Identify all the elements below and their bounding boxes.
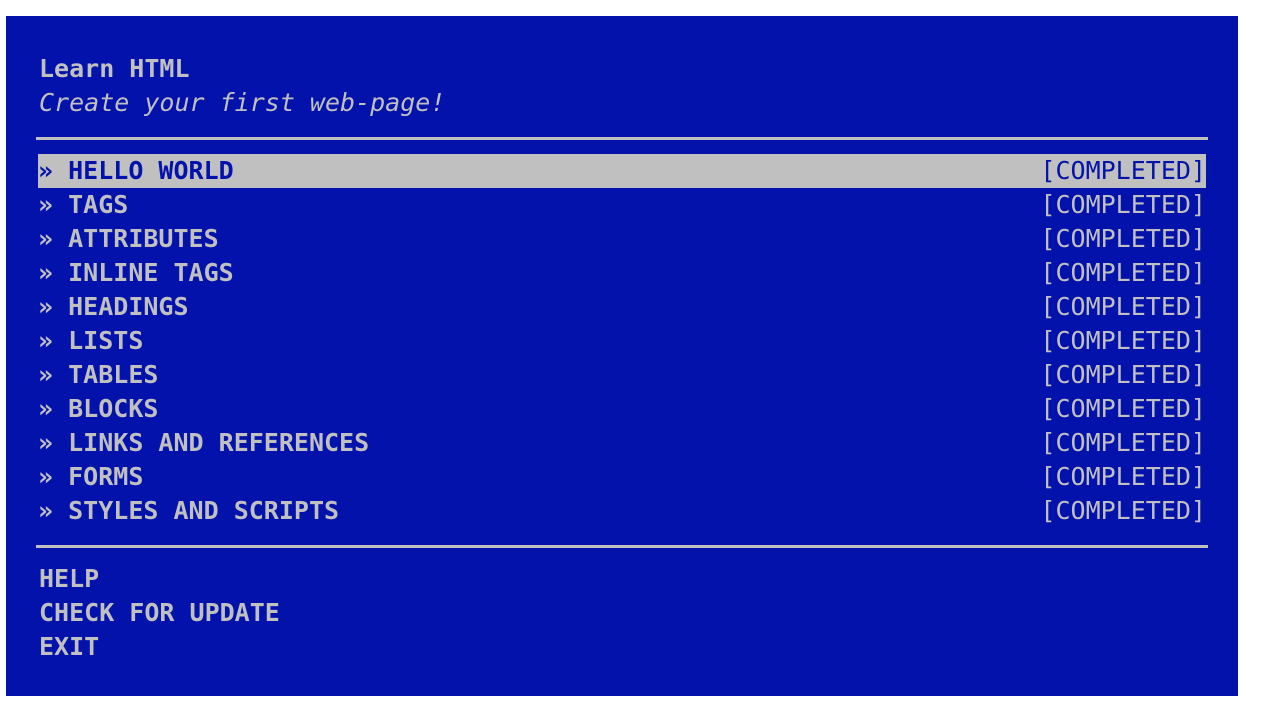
lesson-item[interactable]: » TABLES [COMPLETED]: [38, 358, 1206, 392]
lesson-title: » LISTS: [38, 324, 143, 358]
chevron-right-icon: »: [38, 224, 54, 253]
chevron-right-icon: »: [38, 394, 54, 423]
bottom-divider: [36, 545, 1208, 548]
lesson-title: » BLOCKS: [38, 392, 158, 426]
chevron-right-icon: »: [38, 190, 54, 219]
chevron-right-icon: »: [38, 156, 54, 185]
lesson-title: » HEADINGS: [38, 290, 189, 324]
lesson-status: [COMPLETED]: [1040, 360, 1206, 389]
lesson-title: » ATTRIBUTES: [38, 222, 219, 256]
lesson-status: [COMPLETED]: [1040, 156, 1206, 185]
lesson-status: [COMPLETED]: [1040, 224, 1206, 253]
terminal-window: Learn HTML Create your first web-page! »…: [6, 16, 1238, 696]
chevron-right-icon: »: [38, 360, 54, 389]
lesson-label: BLOCKS: [68, 394, 159, 423]
menu-item-check-for-update[interactable]: CHECK FOR UPDATE: [39, 596, 280, 630]
lesson-item[interactable]: » LINKS AND REFERENCES [COMPLETED]: [38, 426, 1206, 460]
lesson-label: HELLO WORLD: [68, 156, 234, 185]
app-header: Learn HTML Create your first web-page!: [39, 52, 445, 120]
lesson-status: [COMPLETED]: [1040, 462, 1206, 491]
lesson-label: TABLES: [68, 360, 159, 389]
menu-item-help[interactable]: HELP: [39, 562, 280, 596]
top-divider: [36, 137, 1208, 140]
lesson-title: » STYLES AND SCRIPTS: [38, 494, 339, 528]
lesson-item[interactable]: » TAGS [COMPLETED]: [38, 188, 1206, 222]
lesson-title: » TAGS: [38, 188, 128, 222]
lesson-status: [COMPLETED]: [1040, 326, 1206, 355]
lesson-item[interactable]: » HELLO WORLD [COMPLETED]: [38, 154, 1206, 188]
lesson-label: HEADINGS: [68, 292, 189, 321]
chevron-right-icon: »: [38, 326, 54, 355]
lesson-label: LISTS: [68, 326, 144, 355]
chevron-right-icon: »: [38, 462, 54, 491]
lesson-status: [COMPLETED]: [1040, 496, 1206, 525]
lesson-title: » TABLES: [38, 358, 158, 392]
app-subtitle: Create your first web-page!: [39, 88, 446, 117]
lesson-label: FORMS: [68, 462, 144, 491]
chevron-right-icon: »: [38, 428, 54, 457]
lesson-item[interactable]: » BLOCKS [COMPLETED]: [38, 392, 1206, 426]
app-title: Learn HTML: [39, 54, 190, 83]
footer-menu: HELP CHECK FOR UPDATE EXIT: [39, 562, 280, 664]
lesson-title: » LINKS AND REFERENCES: [38, 426, 369, 460]
lesson-title: » HELLO WORLD: [38, 154, 234, 188]
lesson-label: INLINE TAGS: [68, 258, 234, 287]
lesson-status: [COMPLETED]: [1040, 428, 1206, 457]
lesson-list: » HELLO WORLD [COMPLETED] » TAGS [COMPLETED…: [38, 154, 1206, 528]
lesson-item[interactable]: » FORMS [COMPLETED]: [38, 460, 1206, 494]
lesson-label: TAGS: [68, 190, 129, 219]
lesson-status: [COMPLETED]: [1040, 292, 1206, 321]
lesson-item[interactable]: » HEADINGS [COMPLETED]: [38, 290, 1206, 324]
lesson-status: [COMPLETED]: [1040, 394, 1206, 423]
lesson-item[interactable]: » LISTS [COMPLETED]: [38, 324, 1206, 358]
lesson-item[interactable]: » INLINE TAGS [COMPLETED]: [38, 256, 1206, 290]
lesson-label: ATTRIBUTES: [68, 224, 219, 253]
chevron-right-icon: »: [38, 258, 54, 287]
lesson-item[interactable]: » ATTRIBUTES [COMPLETED]: [38, 222, 1206, 256]
menu-item-exit[interactable]: EXIT: [39, 630, 280, 664]
lesson-title: » INLINE TAGS: [38, 256, 234, 290]
lesson-label: LINKS AND REFERENCES: [68, 428, 370, 457]
chevron-right-icon: »: [38, 496, 54, 525]
lesson-item[interactable]: » STYLES AND SCRIPTS [COMPLETED]: [38, 494, 1206, 528]
chevron-right-icon: »: [38, 292, 54, 321]
lesson-label: STYLES AND SCRIPTS: [68, 496, 340, 525]
lesson-status: [COMPLETED]: [1040, 258, 1206, 287]
lesson-title: » FORMS: [38, 460, 143, 494]
lesson-status: [COMPLETED]: [1040, 190, 1206, 219]
